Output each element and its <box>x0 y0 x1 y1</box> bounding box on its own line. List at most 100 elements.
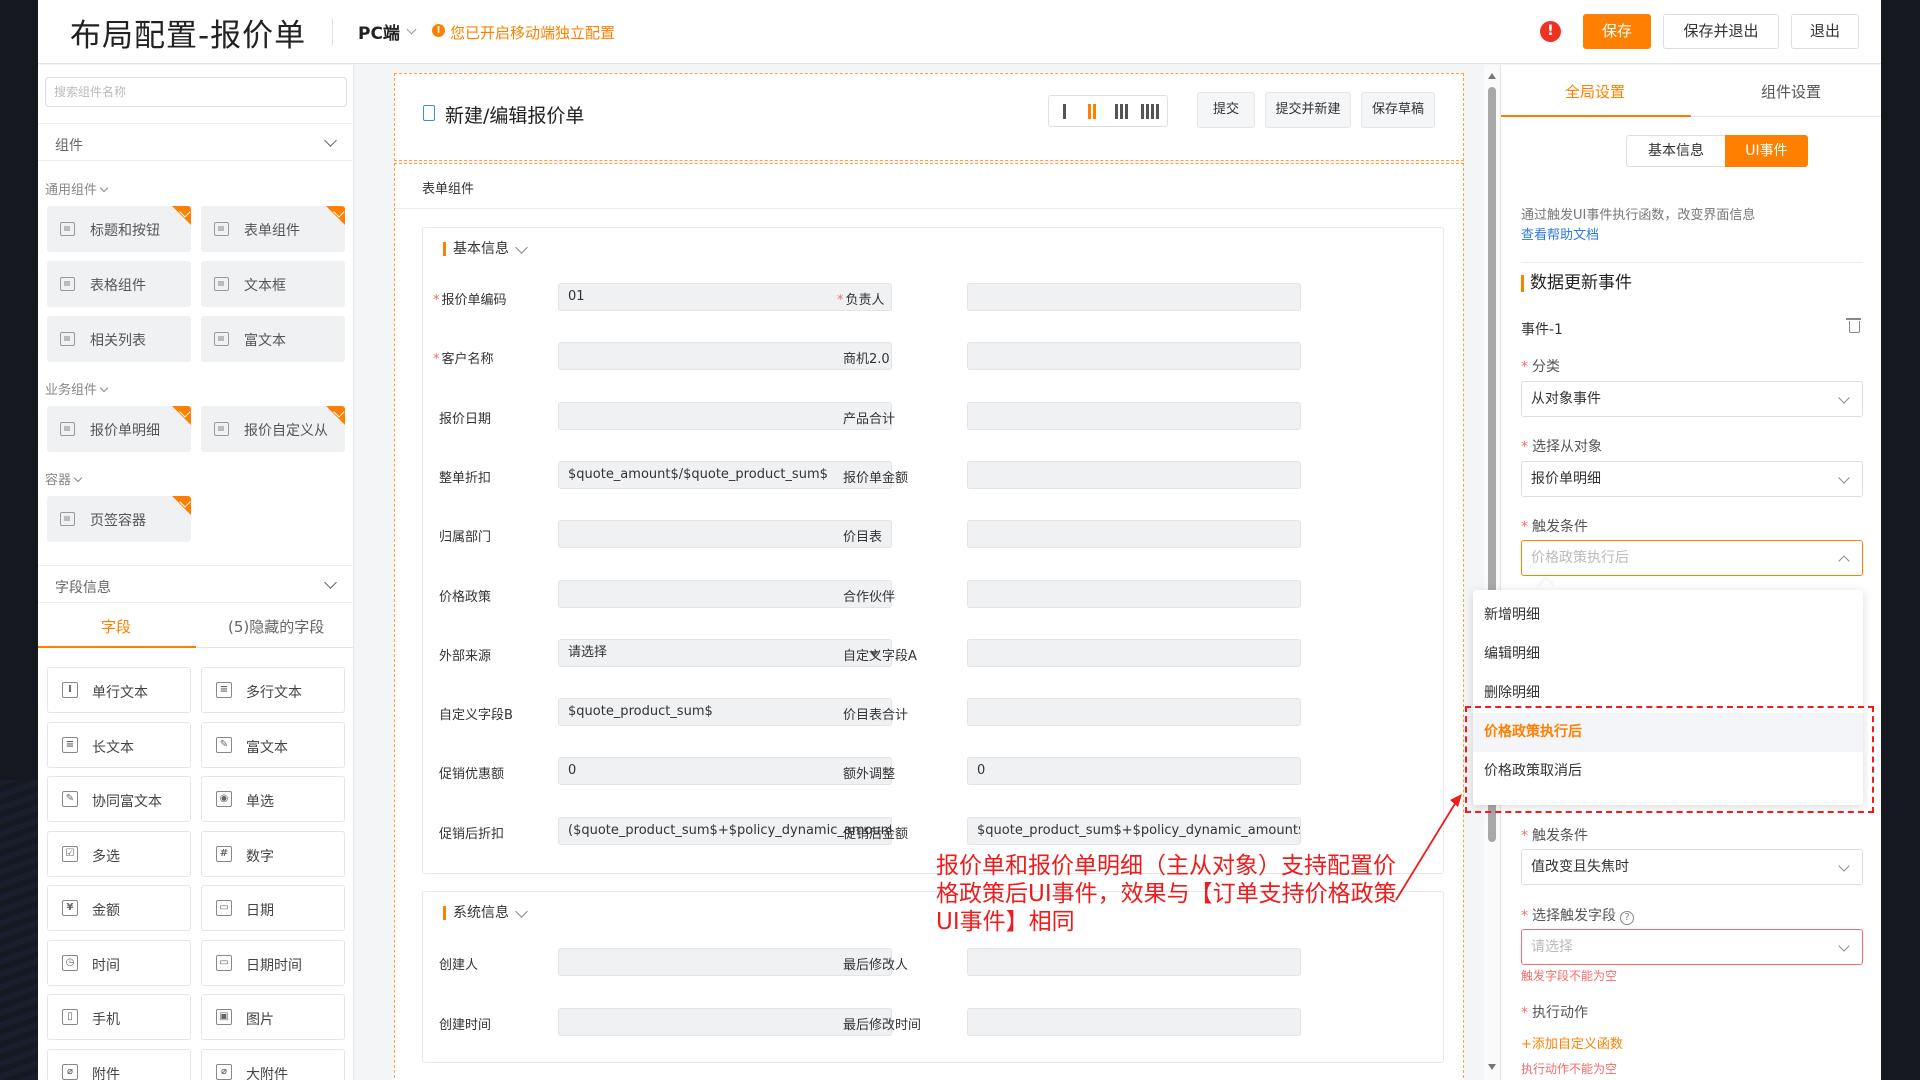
dropdown-option[interactable]: 新增明细 <box>1473 596 1863 635</box>
object-select[interactable]: 报价单明细 <box>1521 461 1863 497</box>
segment-basic-info[interactable]: 基本信息 <box>1626 135 1726 167</box>
field-input[interactable] <box>558 1007 892 1036</box>
chevron-down-icon[interactable] <box>324 134 337 147</box>
edit-icon[interactable] <box>515 241 528 254</box>
chevron-down-icon[interactable] <box>406 24 417 35</box>
canvas-scrollbar[interactable] <box>1484 65 1500 1080</box>
field-label-text: 促销优惠额 <box>439 767 505 783</box>
field-type-item[interactable]: ✎ 富文本 <box>201 721 345 768</box>
component-rich-text[interactable]: 富文本 <box>201 316 345 362</box>
group-business[interactable]: 业务组件 <box>45 379 109 398</box>
platform-selector[interactable]: PC端 <box>358 19 400 44</box>
group-general[interactable]: 通用组件 <box>45 179 109 198</box>
help-doc-link[interactable]: 查看帮助文档 <box>1521 224 1599 243</box>
field-type-item[interactable]: ¥ 金额 <box>47 885 191 931</box>
segment-ui-events[interactable]: UI事件 <box>1725 135 1808 167</box>
field-input[interactable] <box>558 520 892 549</box>
field-type-item[interactable]: I 单行文本 <box>47 667 191 713</box>
search-input[interactable] <box>45 77 347 107</box>
field-input[interactable] <box>558 342 892 371</box>
field-input[interactable] <box>967 579 1301 608</box>
field-input[interactable] <box>967 698 1301 727</box>
component-quote-detail[interactable]: 报价单明细 <box>47 406 191 452</box>
components-section-header[interactable]: 组件 <box>38 123 354 161</box>
field-type-item[interactable]: ◷ 时间 <box>47 939 191 986</box>
trigger-select[interactable]: 价格政策执行后 <box>1521 540 1863 576</box>
field-input[interactable]: $quote_product_sum$ <box>558 698 892 727</box>
field-label: 创建人 <box>439 954 478 973</box>
field-input[interactable] <box>967 520 1301 549</box>
fields-section-header[interactable]: 字段信息 <box>38 565 354 603</box>
help-icon[interactable]: ? <box>1620 911 1634 925</box>
component-table[interactable]: 表格组件 <box>47 261 191 307</box>
field-type-item[interactable]: # 数字 <box>201 830 345 877</box>
field-input[interactable] <box>967 342 1301 371</box>
field-input[interactable] <box>967 638 1301 667</box>
tab-fields[interactable]: 字段 <box>101 616 131 637</box>
field-input[interactable] <box>967 1007 1301 1036</box>
field-label: 价目表合计 <box>843 704 908 723</box>
field-type-item[interactable]: ▣ 图片 <box>201 994 345 1040</box>
layout-2-column-icon[interactable] <box>1088 104 1098 119</box>
field-input[interactable]: $quote_amount$/$quote_product_sum$ <box>558 460 892 489</box>
component-title-buttons[interactable]: 标题和按钮 <box>47 206 191 252</box>
layout-3-column-icon[interactable] <box>1115 104 1130 119</box>
layout-4-column-icon[interactable] <box>1141 104 1161 119</box>
system-info-title: 系统信息 <box>443 905 528 920</box>
submit-button[interactable]: 提交 <box>1197 92 1255 128</box>
field-input[interactable] <box>558 401 892 430</box>
form-component[interactable]: 表单组件 基本信息 * 报价单编码 01 * 负责人 * 客户名称 商机2.0 报价日期 产品合计… <box>394 163 1464 1080</box>
field-input[interactable]: 0 <box>558 757 892 786</box>
trash-icon[interactable] <box>1846 318 1861 333</box>
field-input[interactable] <box>558 948 892 976</box>
tab-global-settings[interactable]: 全局设置 <box>1565 81 1625 102</box>
save-draft-button[interactable]: 保存草稿 <box>1361 92 1435 128</box>
save-exit-button[interactable]: 保存并退出 <box>1663 14 1779 49</box>
field-type-item[interactable]: ▭ 日期 <box>201 885 345 931</box>
scroll-down-icon[interactable] <box>1488 1064 1496 1070</box>
field-type-item[interactable]: ◉ 单选 <box>201 776 345 822</box>
group-container[interactable]: 容器 <box>45 469 83 488</box>
submit-new-button[interactable]: 提交并新建 <box>1265 92 1351 128</box>
trigger2-select[interactable]: 值改变且失焦时 <box>1521 849 1863 885</box>
field-input[interactable] <box>558 579 892 608</box>
field-type-item[interactable]: ≡ 多行文本 <box>201 667 345 713</box>
field-type-item[interactable]: ▭ 日期时间 <box>201 939 345 986</box>
add-custom-function-link[interactable]: +添加自定义函数 <box>1521 1033 1623 1052</box>
chevron-down-icon[interactable] <box>324 576 337 589</box>
field-type-item[interactable]: ☑ 多选 <box>47 830 191 877</box>
tab-hidden-fields[interactable]: (5)隐藏的字段 <box>228 616 324 637</box>
field-input[interactable]: 请选择 <box>558 638 892 667</box>
dropdown-option[interactable]: 编辑明细 <box>1473 635 1863 674</box>
save-button[interactable]: 保存 <box>1583 14 1651 49</box>
category-select[interactable]: 从对象事件 <box>1521 381 1863 417</box>
tab-component-settings[interactable]: 组件设置 <box>1761 81 1821 102</box>
basic-info-section[interactable]: 基本信息 * 报价单编码 01 * 负责人 * 客户名称 商机2.0 报价日期 产品合计 整单折扣 $… <box>422 227 1444 874</box>
field-input[interactable]: ($quote_product_sum$+$policy_dynamic_amo… <box>558 816 892 845</box>
component-form[interactable]: 表单组件 <box>201 206 345 252</box>
field-type-item[interactable]: ▯ 手机 <box>47 994 191 1040</box>
field-type-item[interactable]: ⌀ 大附件 <box>201 1048 345 1080</box>
layout-1-column-icon[interactable] <box>1063 104 1068 119</box>
field-input[interactable] <box>967 948 1301 976</box>
component-textbox[interactable]: 文本框 <box>201 261 345 307</box>
basic-info-title: 基本信息 <box>443 241 528 256</box>
component-related-list[interactable]: 相关列表 <box>47 316 191 362</box>
form-header-component[interactable]: 新建/编辑报价单 提交 提交并新建 保存草稿 <box>394 73 1464 161</box>
component-tab-container[interactable]: 页签容器 <box>47 496 191 542</box>
field-input[interactable] <box>967 401 1301 430</box>
field-input[interactable]: 0 <box>967 757 1301 786</box>
field-type-icon: ▭ <box>216 954 232 971</box>
field-type-item[interactable]: ⌀ 附件 <box>47 1048 191 1080</box>
field-type-item[interactable]: ✎ 协同富文本 <box>47 776 191 822</box>
alert-icon[interactable]: ! <box>1540 21 1561 42</box>
scroll-up-icon[interactable] <box>1488 73 1496 79</box>
field-input[interactable] <box>967 460 1301 489</box>
field-type-item[interactable]: ≡ 长文本 <box>47 721 191 768</box>
field-input[interactable]: $quote_product_sum$+$policy_dynamic_amou… <box>967 816 1301 845</box>
field-input[interactable] <box>967 283 1301 311</box>
edit-icon[interactable] <box>515 905 528 918</box>
exit-button[interactable]: 退出 <box>1791 14 1859 49</box>
trigger-field-select[interactable]: 请选择 <box>1521 929 1863 965</box>
component-quote-custom[interactable]: 报价自定义从 <box>201 406 345 452</box>
